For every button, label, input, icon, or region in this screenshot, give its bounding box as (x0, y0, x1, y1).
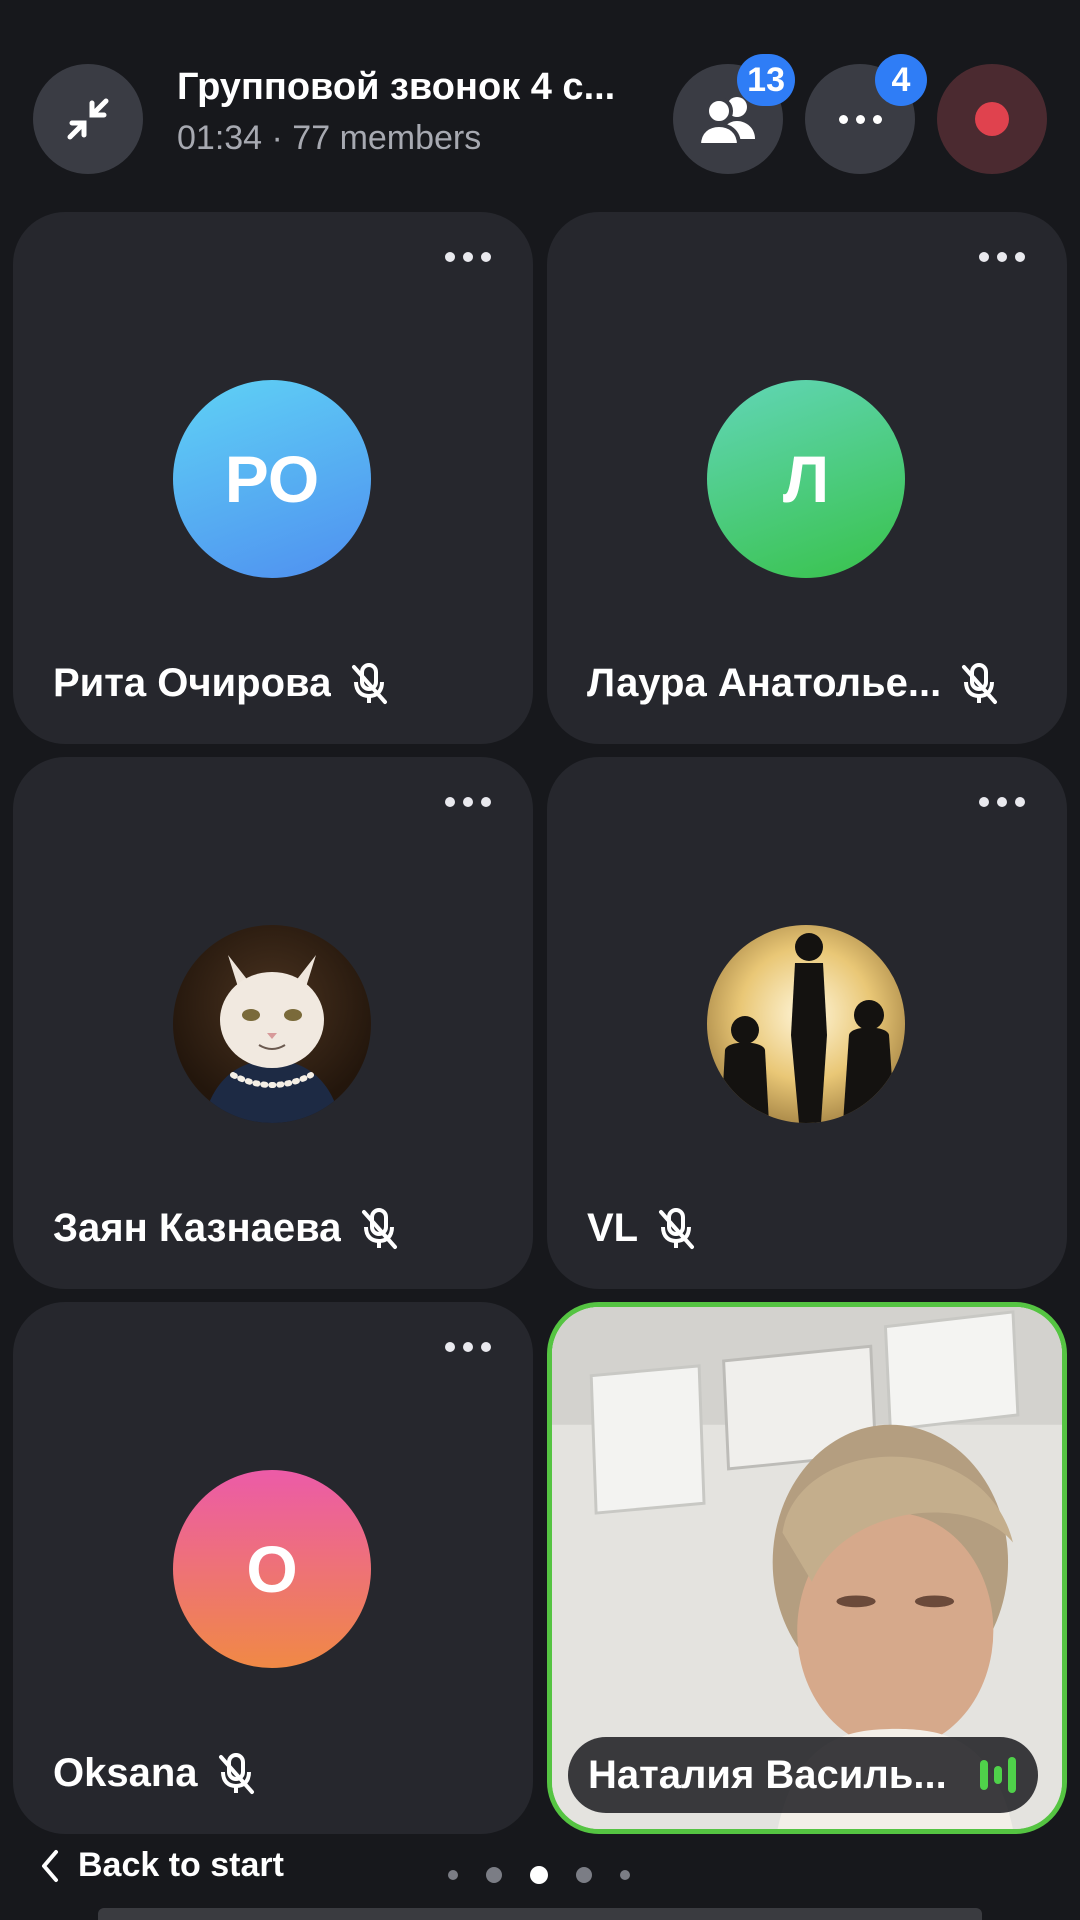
minimize-icon (67, 98, 109, 140)
more-icon (838, 114, 882, 124)
back-to-start-button[interactable]: Back to start (40, 1846, 284, 1885)
call-info: Групповой звонок 4 с... 01:34 · 77 membe… (177, 66, 657, 158)
participant-name: VL (587, 1206, 639, 1250)
participant-name: Рита Очирова (53, 661, 332, 705)
record-button[interactable] (937, 64, 1047, 174)
mic-off-icon (218, 1752, 254, 1794)
page-dot[interactable] (448, 1870, 458, 1880)
participant-tile[interactable]: O Oksana (13, 1302, 533, 1834)
more-options-button[interactable]: 4 (805, 54, 927, 174)
participant-name: Заян Казнаева (53, 1206, 342, 1250)
minimize-call-button[interactable] (33, 64, 143, 174)
talking-indicator-icon (980, 1757, 1016, 1793)
page-dot[interactable] (620, 1870, 630, 1880)
bottom-bar (98, 1908, 982, 1920)
participants-button[interactable]: 13 (673, 54, 795, 174)
more-badge: 4 (875, 54, 927, 106)
call-header: Групповой звонок 4 с... 01:34 · 77 membe… (0, 0, 1080, 210)
tile-more-icon[interactable] (979, 252, 1025, 262)
participant-name: Лаура Анатолье... (587, 661, 942, 705)
avatar: РО (173, 380, 371, 578)
participant-tile[interactable]: РО Рита Очирова (13, 212, 533, 744)
mic-off-icon (962, 662, 998, 704)
participant-name-row: Заян Казнаева (53, 1206, 399, 1251)
page-dot-active[interactable] (530, 1866, 548, 1884)
cat-avatar-photo (173, 925, 371, 1123)
page-dot[interactable] (486, 1867, 502, 1883)
tile-more-icon[interactable] (445, 252, 491, 262)
mic-off-icon (352, 662, 388, 704)
participant-name-row: Лаура Анатолье... (587, 661, 999, 706)
tile-more-icon[interactable] (979, 797, 1025, 807)
avatar: O (173, 1470, 371, 1668)
participant-tile[interactable]: Заян Казнаева (13, 757, 533, 1289)
record-icon (975, 102, 1009, 136)
tile-more-icon[interactable] (445, 797, 491, 807)
call-title: Групповой звонок 4 с... (177, 66, 616, 108)
page-indicator[interactable] (448, 1866, 630, 1884)
silhouette-avatar-photo (707, 925, 905, 1123)
chevron-left-icon (42, 1849, 58, 1882)
participant-tile[interactable]: VL (547, 757, 1067, 1289)
participant-name-row: Oksana (53, 1751, 256, 1796)
mic-off-icon (362, 1207, 398, 1249)
speaker-name-pill: Наталия Василь... (568, 1737, 1038, 1813)
page-dot[interactable] (576, 1867, 592, 1883)
active-speaker-video-tile[interactable]: Наталия Василь... (547, 1302, 1067, 1834)
participant-tile[interactable]: Л Лаура Анатолье... (547, 212, 1067, 744)
avatar: Л (707, 380, 905, 578)
participant-name: Наталия Василь... (588, 1752, 947, 1797)
mic-off-icon (659, 1207, 695, 1249)
participant-name-row: VL (587, 1206, 696, 1251)
back-to-start-label: Back to start (78, 1846, 284, 1884)
participants-count-badge: 13 (737, 54, 795, 106)
call-duration-members: 01:34 · 77 members (177, 119, 482, 157)
participant-name: Oksana (53, 1751, 198, 1795)
tile-more-icon[interactable] (445, 1342, 491, 1352)
participant-name-row: Рита Очирова (53, 661, 389, 706)
